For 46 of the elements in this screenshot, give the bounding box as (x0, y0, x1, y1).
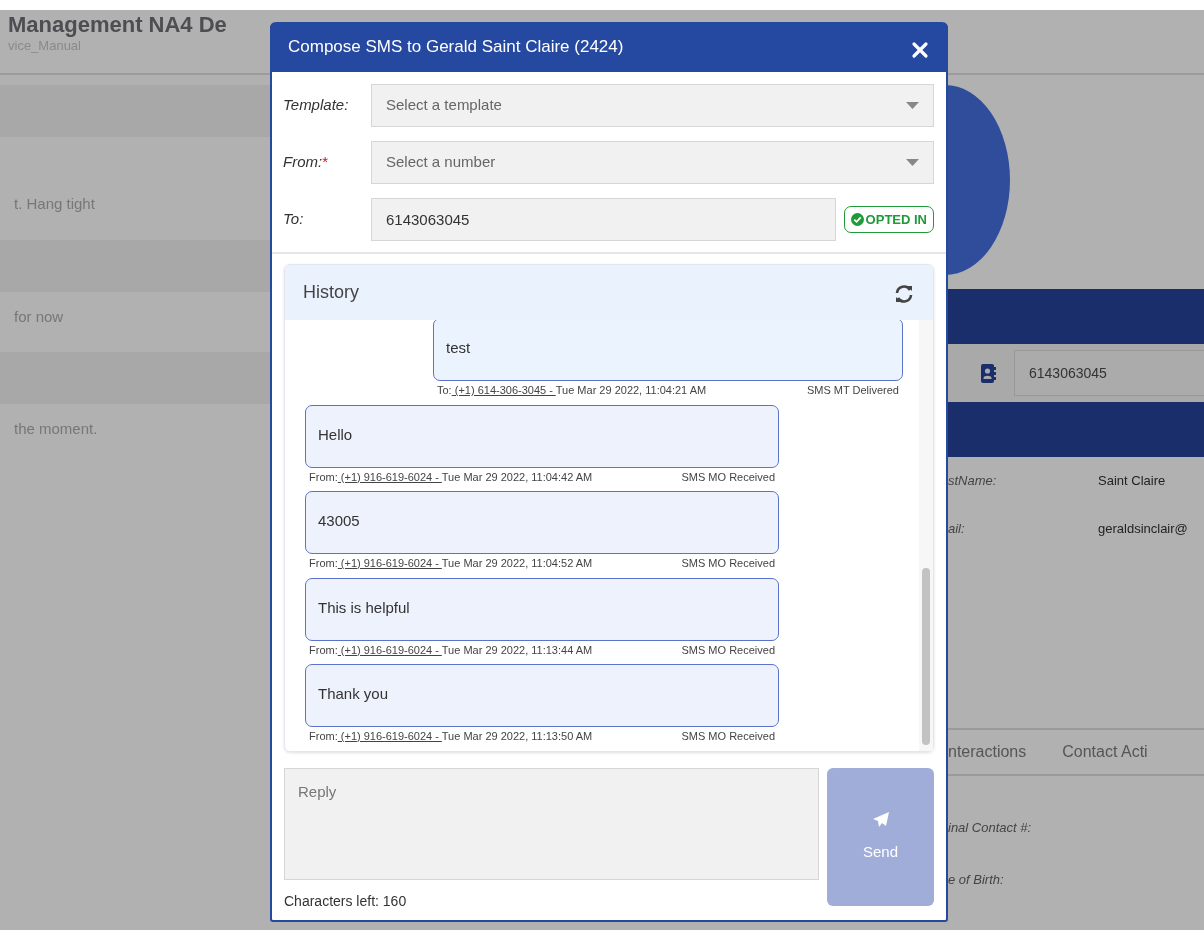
message-status: SMS MO Received (681, 469, 775, 485)
message-bubble: Hello (305, 404, 779, 468)
field-label: inal Contact #: (948, 819, 1033, 837)
required-mark: * (322, 153, 328, 171)
history-title: History (303, 281, 359, 304)
to-field[interactable]: 6143063045 (371, 198, 836, 241)
background-text: for now (13, 306, 65, 327)
dropdown[interactable]: Select a number (371, 141, 934, 184)
field-label: stName: (948, 472, 998, 490)
phone-field[interactable]: 6143063045 (1014, 350, 1204, 396)
reply-field[interactable]: Reply (284, 768, 819, 880)
field-label: e of Birth: (948, 870, 1005, 889)
contact-book-icon (980, 363, 996, 383)
message-info: From: (+1) 916-619-6024 - Tue Mar 29 2022, 11:04:52 AM (309, 556, 593, 571)
message-status: SMS MO Received (681, 556, 775, 571)
caret-icon (906, 159, 919, 166)
opted-in-badge: OPTED IN (843, 205, 934, 234)
app-title: Management NA4 De (8, 14, 227, 36)
character-count: Characters left: 160 (284, 892, 408, 911)
message-info: From: (+1) 916-619-6024 - Tue Mar 29 2022, 11:13:44 AM (309, 642, 593, 658)
message-info: From: (+1) 916-619-6024 - Tue Mar 29 2022, 11:04:42 AM (309, 469, 593, 485)
paper-plane-icon (871, 810, 890, 829)
background-text: the moment. (13, 419, 99, 439)
field-value: geraldsinclair@ (1098, 519, 1189, 538)
check-circle-icon (850, 213, 864, 226)
message-bubble: This is helpful (305, 577, 779, 641)
dropdown[interactable]: Select a template (371, 84, 934, 127)
tab[interactable]: Contact Acti (1062, 740, 1148, 764)
message-bubble: Thank you (305, 664, 779, 727)
message-info: From: (+1) 916-619-6024 - Tue Mar 29 2022, 11:13:50 AM (309, 729, 593, 744)
tab[interactable]: nteractions (948, 740, 1027, 764)
message-bubble: test (433, 320, 903, 381)
message-status: SMS MT Delivered (806, 383, 899, 398)
field-label: Template: (283, 96, 349, 114)
scrollbar-thumb[interactable] (922, 568, 930, 745)
message-status: SMS MO Received (681, 642, 775, 658)
field-value: Saint Claire (1098, 472, 1167, 490)
message-info: To: (+1) 614-306-3045 - Tue Mar 29 2022, 11:04:21 AM (437, 383, 707, 398)
dialog-title: Compose SMS to Gerald Saint Claire (2424) (288, 36, 624, 59)
field-label: To: (283, 210, 304, 228)
field-label: From: (283, 153, 323, 171)
message-bubble: 43005 (305, 491, 779, 554)
caret-icon (906, 102, 919, 109)
message-status: SMS MO Received (681, 729, 775, 744)
background-text: t. Hang tight (13, 194, 96, 214)
field-label: ail: (948, 519, 966, 538)
